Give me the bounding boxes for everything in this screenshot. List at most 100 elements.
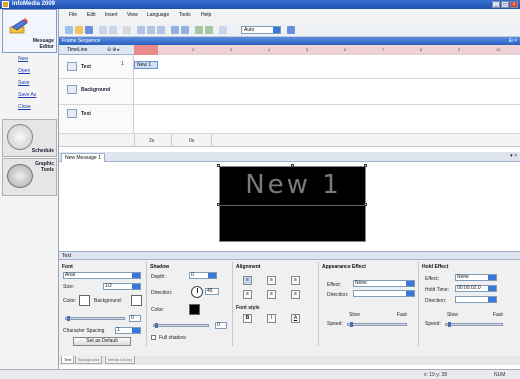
save-icon[interactable]: [85, 26, 93, 34]
timeline-ruler[interactable]: 1 2 3 4 5 6 7 8 9 10: [134, 45, 520, 55]
shadow-slider-value[interactable]: 0: [215, 322, 227, 329]
copy-icon[interactable]: [147, 26, 155, 34]
font-slider-value[interactable]: 0: [129, 315, 141, 322]
track-header: Background: [59, 79, 134, 104]
slider-knob[interactable]: [155, 323, 158, 328]
align-middle-left-icon[interactable]: ≡: [243, 290, 252, 299]
panel-pin-icon[interactable]: ⊞ ×: [509, 37, 518, 45]
track-background[interactable]: Background: [59, 79, 520, 105]
speed-label: Speed:: [425, 321, 441, 327]
resize-handle[interactable]: [217, 164, 220, 167]
slider-knob[interactable]: [448, 322, 451, 327]
underline-button[interactable]: A: [291, 314, 300, 323]
hold-speed-slider[interactable]: [445, 322, 503, 327]
direction-dial[interactable]: [191, 286, 203, 298]
align-middle-right-icon[interactable]: ≡: [291, 290, 300, 299]
align-top-left-icon[interactable]: ≡: [243, 276, 252, 285]
size-select[interactable]: 1/2: [103, 283, 141, 290]
new-icon[interactable]: [65, 26, 73, 34]
slider-knob[interactable]: [350, 322, 353, 327]
minimize-button[interactable]: _: [492, 1, 500, 8]
chevron-down-icon: [132, 284, 140, 289]
cursor-coordinates: x: 19 y: 28: [424, 372, 448, 378]
maximize-button[interactable]: □: [501, 1, 509, 8]
timeline-clip[interactable]: New 1: [134, 61, 158, 69]
menu-language[interactable]: Language: [147, 12, 169, 18]
message-editor-tile[interactable]: Message Editor: [2, 9, 57, 53]
track-text-1[interactable]: Text 1: [59, 55, 520, 79]
full-shadow-checkbox[interactable]: [151, 335, 156, 340]
preview-icon[interactable]: [195, 26, 203, 34]
bold-button[interactable]: B: [243, 314, 252, 323]
font-slider[interactable]: [65, 316, 125, 321]
tab-new-message-1[interactable]: New Message 1: [61, 153, 105, 162]
menu-file[interactable]: File: [69, 12, 77, 18]
insert-image-icon[interactable]: [181, 26, 189, 34]
zoom-icon[interactable]: [219, 26, 227, 34]
nav-link-close[interactable]: Close: [18, 104, 31, 110]
ruler-mark: 6: [344, 47, 347, 52]
timeline-controls[interactable]: ⊖⊕▸: [107, 47, 121, 53]
menu-help[interactable]: Help: [201, 12, 211, 18]
tab-controls[interactable]: ▾ ×: [510, 153, 517, 159]
pencil-icon: [9, 18, 28, 34]
close-button[interactable]: ×: [510, 1, 518, 8]
align-middle-center-icon[interactable]: ≡: [267, 290, 276, 299]
send-icon[interactable]: [205, 26, 213, 34]
open-icon[interactable]: [75, 26, 83, 34]
shadow-slider[interactable]: [153, 323, 209, 328]
status-bar: x: 19 y: 28 NUM: [0, 369, 520, 379]
menu-tools[interactable]: Tools: [179, 12, 191, 18]
font-select[interactable]: Arial: [63, 272, 141, 279]
next-icon[interactable]: [287, 26, 295, 34]
zoom-select[interactable]: Auto: [241, 26, 281, 34]
appearance-effect-select[interactable]: None: [353, 280, 415, 287]
slider-knob[interactable]: [67, 316, 70, 321]
appearance-direction-select[interactable]: [353, 290, 415, 297]
subtab-text[interactable]: Text: [61, 356, 75, 364]
hold-time-input[interactable]: 00:00:02.0: [455, 285, 497, 292]
direction-value[interactable]: 45: [205, 288, 219, 295]
cut-icon[interactable]: [137, 26, 145, 34]
nav-link-new[interactable]: New: [18, 56, 28, 62]
italic-button[interactable]: I: [267, 314, 276, 323]
ruler-mark: 10: [496, 47, 501, 52]
graphic-tools-tile[interactable]: Graphic Tools: [2, 158, 57, 196]
font-color-swatch[interactable]: [79, 295, 90, 306]
display-text[interactable]: New 1: [220, 170, 367, 200]
align-top-center-icon[interactable]: ≡: [267, 276, 276, 285]
menu-insert[interactable]: Insert: [105, 12, 118, 18]
nav-link-save[interactable]: Save: [18, 80, 29, 86]
schedule-tile[interactable]: Schedule: [2, 119, 57, 157]
playhead-marker[interactable]: [134, 45, 158, 55]
subtab-background[interactable]: Background: [75, 356, 103, 364]
nav-link-save-as[interactable]: Save As: [18, 92, 36, 98]
align-top-right-icon[interactable]: ≡: [291, 276, 300, 285]
insert-text-icon[interactable]: [171, 26, 179, 34]
depth-select[interactable]: 0: [189, 272, 217, 279]
hold-effect-select[interactable]: None: [455, 274, 497, 281]
track-header: Text: [59, 105, 134, 133]
alignment-group: Alignment ≡ ≡ ≡ ≡ ≡ ≡ Font style B I A: [233, 262, 319, 346]
resize-handle[interactable]: [217, 203, 220, 206]
appearance-speed-slider[interactable]: [347, 322, 407, 327]
redo-icon[interactable]: [109, 26, 117, 34]
background-color-swatch[interactable]: [131, 295, 142, 306]
menu-edit[interactable]: Edit: [87, 12, 96, 18]
set-as-default-button[interactable]: Set as Default: [73, 337, 131, 346]
undo-icon[interactable]: [99, 26, 107, 34]
resize-handle[interactable]: [364, 203, 367, 206]
resize-handle[interactable]: [291, 164, 294, 167]
resize-handle[interactable]: [364, 164, 367, 167]
num-lock-indicator: NUM: [494, 372, 506, 378]
shadow-color-swatch[interactable]: [189, 304, 200, 315]
char-spacing-select[interactable]: 1: [115, 327, 141, 334]
track-text-2[interactable]: Text: [59, 105, 520, 134]
paste-icon[interactable]: [157, 26, 165, 34]
hold-direction-select[interactable]: [455, 296, 497, 303]
help-icon[interactable]: [123, 26, 131, 34]
nav-link-open[interactable]: Open: [18, 68, 30, 74]
subtab-media-library[interactable]: Media Library: [105, 356, 136, 364]
led-display-preview[interactable]: New 1: [219, 166, 367, 242]
menu-view[interactable]: View: [127, 12, 138, 18]
